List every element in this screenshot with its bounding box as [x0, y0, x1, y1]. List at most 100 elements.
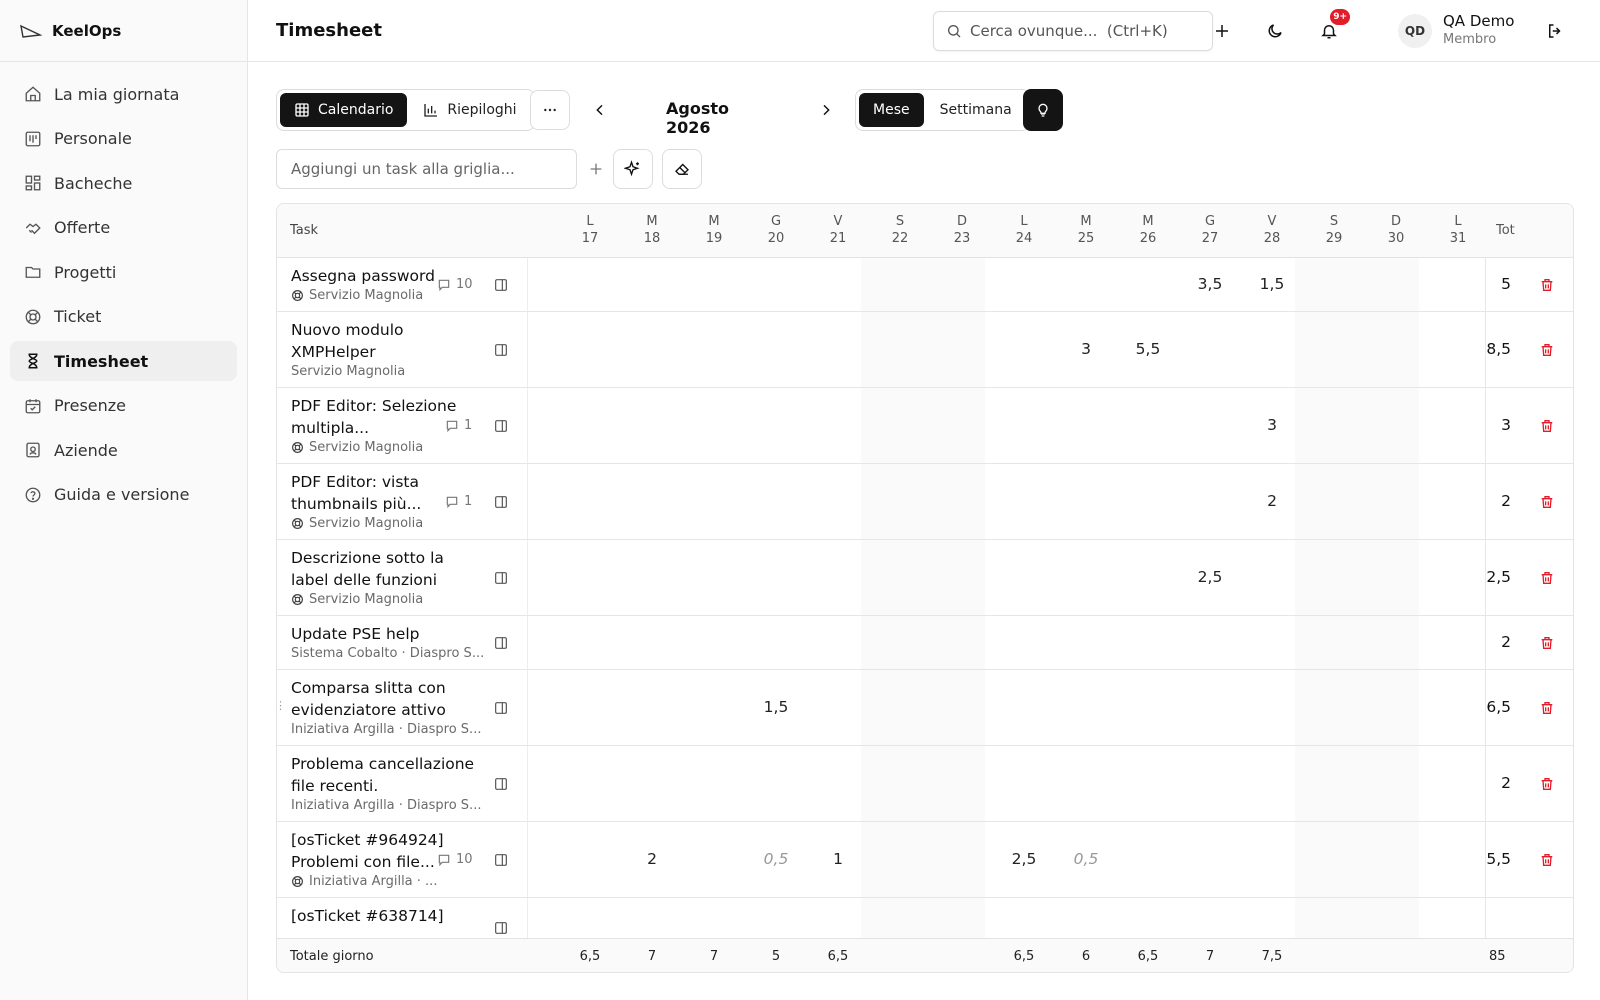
open-panel-icon[interactable] [493, 494, 509, 510]
delete-row-icon[interactable] [1539, 342, 1555, 358]
add-button[interactable] [1206, 15, 1238, 47]
open-panel-icon[interactable] [493, 852, 509, 868]
task-title[interactable]: Comparsa slitta con evidenziatore attivo [291, 677, 481, 721]
hours-cell[interactable]: 3,5 [1179, 275, 1241, 293]
delete-row-icon[interactable] [1539, 277, 1555, 293]
table-row[interactable]: Problema cancellazione file recenti. Iniz… [277, 746, 1573, 822]
table-row[interactable]: Assegna password Servizio Magnolia 10 3,5 1,… [277, 258, 1573, 312]
calendar-view-button[interactable]: Calendario [280, 93, 408, 127]
sidebar-item-timesheet[interactable]: Timesheet [10, 341, 237, 381]
more-options-button[interactable] [530, 90, 570, 130]
avatar[interactable]: QD [1398, 14, 1432, 48]
open-panel-icon[interactable] [493, 635, 509, 651]
theme-toggle-button[interactable] [1259, 15, 1291, 47]
hours-cell[interactable]: 1,5 [745, 698, 807, 716]
day-of-week: G [1204, 214, 1216, 229]
sidebar-item-presenze[interactable]: Presenze [10, 386, 237, 426]
hours-cell[interactable]: 0,5 [1055, 850, 1117, 868]
task-title[interactable]: Descrizione sotto la label delle funzion… [291, 547, 481, 591]
table-row[interactable]: PDF Editor: vista thumbnails più... Servi… [277, 464, 1573, 540]
task-project-label: Iniziativa Argilla · ... [309, 874, 438, 889]
hours-cell[interactable]: 1,5 [1241, 275, 1303, 293]
hours-cell[interactable]: 2,5 [1179, 568, 1241, 586]
delete-row-icon[interactable] [1539, 852, 1555, 868]
task-cell[interactable]: Descrizione sotto la label delle funzion… [291, 547, 481, 607]
week-mode-button[interactable]: Settimana [926, 93, 1026, 127]
delete-row-icon[interactable] [1539, 570, 1555, 586]
task-cell[interactable]: Comparsa slitta con evidenziatore attivo… [291, 677, 481, 737]
sidebar-item-progetti[interactable]: Progetti [10, 252, 237, 292]
search-box[interactable] [933, 11, 1213, 51]
open-panel-icon[interactable] [493, 570, 509, 586]
task-title[interactable]: Nuovo modulo XMPHelper [291, 319, 481, 363]
hours-cell[interactable]: 2,5 [993, 850, 1055, 868]
sidebar-item-aziende[interactable]: Aziende [10, 430, 237, 470]
day-number: 24 [1015, 230, 1033, 246]
day-total: 6 [1081, 949, 1091, 964]
comments-button[interactable]: 10 [437, 277, 473, 292]
table-row[interactable]: Nuovo modulo XMPHelper Servizio Magnolia 3… [277, 312, 1573, 388]
hours-cell[interactable]: 3 [1055, 340, 1117, 358]
sidebar-item-ticket[interactable]: Ticket [10, 297, 237, 337]
hours-cell[interactable]: 5,5 [1117, 340, 1179, 358]
task-cell[interactable]: Update PSE help Sistema Cobalto · Diaspro… [291, 623, 484, 661]
drag-handle-icon[interactable]: ⋮ [277, 699, 286, 712]
hours-cell[interactable]: 2 [621, 850, 683, 868]
logout-button[interactable] [1539, 15, 1571, 47]
hours-cell[interactable]: 1 [807, 850, 869, 868]
open-panel-icon[interactable] [493, 277, 509, 293]
hours-cell[interactable]: 2 [1241, 492, 1303, 510]
search-input[interactable] [970, 22, 1190, 40]
add-task-button[interactable] [585, 158, 607, 180]
day-total-label: Totale giorno [290, 949, 374, 964]
month-mode-button[interactable]: Mese [859, 93, 924, 127]
table-row[interactable]: ⋮ Comparsa slitta con evidenziatore attiv… [277, 670, 1573, 746]
delete-row-icon[interactable] [1539, 700, 1555, 716]
comments-button[interactable]: 10 [437, 852, 473, 867]
next-month-button[interactable] [814, 98, 838, 122]
clear-button[interactable] [662, 149, 702, 189]
notifications-button[interactable]: 9+ [1313, 9, 1350, 47]
task-cell[interactable]: [osTicket #638714] [291, 905, 481, 927]
day-number: 30 [1387, 230, 1405, 246]
open-panel-icon[interactable] [493, 342, 509, 358]
delete-row-icon[interactable] [1539, 776, 1555, 792]
sidebar-item-la-mia-giornata[interactable]: La mia giornata [10, 74, 237, 114]
delete-row-icon[interactable] [1539, 635, 1555, 651]
day-column-header: L 17 [559, 214, 621, 248]
open-panel-icon[interactable] [493, 776, 509, 792]
comments-button[interactable]: 1 [445, 494, 472, 509]
user-info[interactable]: QA Demo Membro [1443, 12, 1514, 48]
hours-cell[interactable]: 3 [1241, 416, 1303, 434]
task-cell[interactable]: Problema cancellazione file recenti. Iniz… [291, 753, 481, 813]
sidebar-item-guida-e-versione[interactable]: Guida e versione [10, 475, 237, 515]
brand[interactable]: KeelOps [0, 0, 247, 62]
task-cell[interactable]: Nuovo modulo XMPHelper Servizio Magnolia [291, 319, 481, 379]
sidebar-item-bacheche[interactable]: Bacheche [10, 163, 237, 203]
day-column-header: S 22 [869, 214, 931, 248]
table-row[interactable]: PDF Editor: Selezione multipla... Servizi… [277, 388, 1573, 464]
table-row[interactable]: Update PSE help Sistema Cobalto · Diaspro… [277, 616, 1573, 670]
task-title[interactable]: Problema cancellazione file recenti. [291, 753, 481, 797]
add-task-input[interactable] [276, 149, 577, 189]
summary-view-button[interactable]: Riepiloghi [409, 93, 530, 127]
prev-month-button[interactable] [588, 98, 612, 122]
open-panel-icon[interactable] [493, 920, 509, 936]
delete-row-icon[interactable] [1539, 494, 1555, 510]
comments-button[interactable]: 1 [445, 418, 472, 433]
hours-cell[interactable]: 0,5 [745, 850, 807, 868]
table-row[interactable]: Descrizione sotto la label delle funzion… [277, 540, 1573, 616]
open-panel-icon[interactable] [493, 418, 509, 434]
sidebar-item-personale[interactable]: Personale [10, 119, 237, 159]
sidebar-item-offerte[interactable]: Offerte [10, 208, 237, 248]
open-panel-icon[interactable] [493, 700, 509, 716]
task-title[interactable]: Update PSE help [291, 623, 481, 645]
day-of-week: D [956, 214, 967, 229]
table-row[interactable]: [osTicket #638714] [277, 898, 1573, 938]
delete-row-icon[interactable] [1539, 418, 1555, 434]
task-project: Iniziativa Argilla · ... [291, 874, 481, 889]
table-row[interactable]: [osTicket #964924] Problemi con file... I… [277, 822, 1573, 898]
task-title[interactable]: [osTicket #638714] [291, 905, 481, 927]
ai-suggest-button[interactable] [613, 149, 653, 189]
tips-button[interactable] [1023, 89, 1063, 131]
